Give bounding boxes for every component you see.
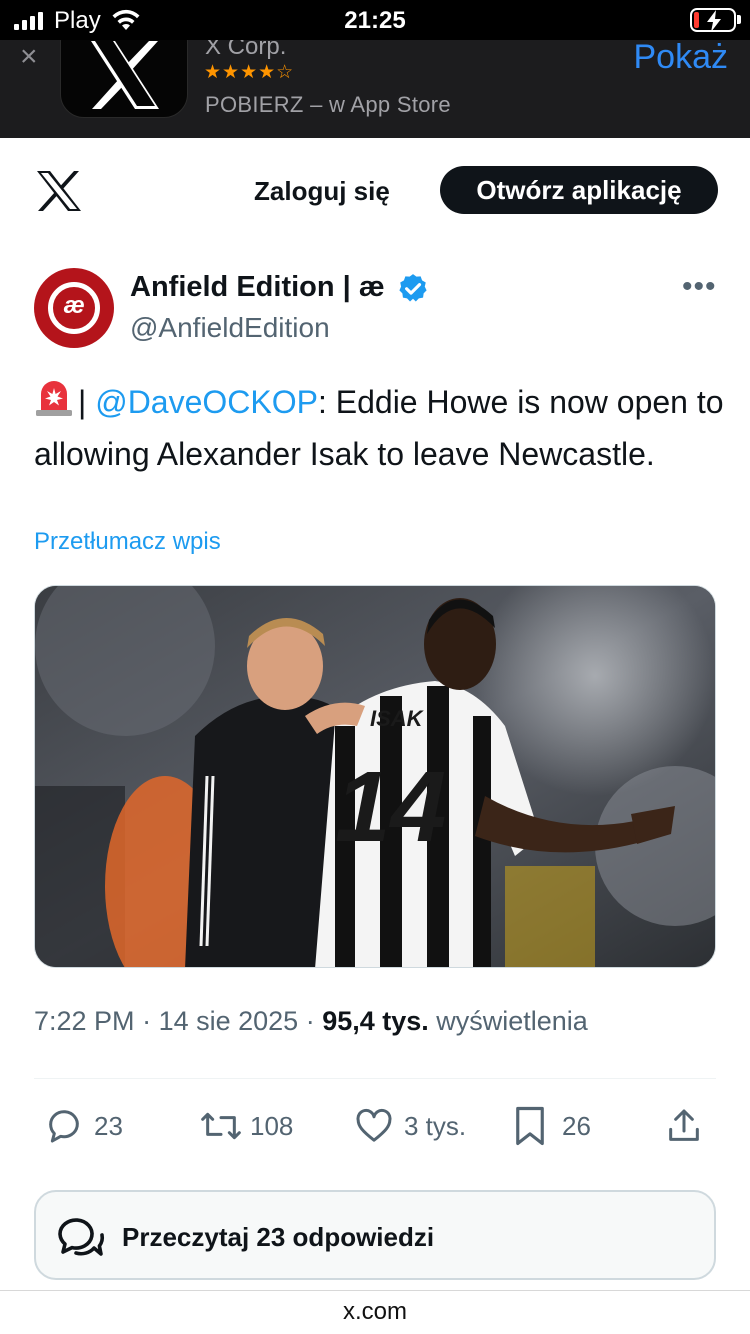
avatar[interactable]: æ: [34, 268, 114, 348]
jersey-name-label: ISAK: [370, 706, 425, 731]
heart-icon: [356, 1108, 392, 1142]
retweet-count: 108: [250, 1110, 294, 1141]
status-bar: Play 21:25: [0, 0, 750, 40]
avatar-logo-text: æ: [63, 292, 85, 319]
clock: 21:25: [344, 7, 406, 34]
x-logo-icon[interactable]: [36, 170, 82, 217]
reply-count: 23: [94, 1110, 123, 1141]
retweet-icon: [201, 1112, 241, 1140]
retweet-button[interactable]: 108: [198, 1104, 293, 1148]
siren-emoji-icon: [34, 379, 74, 430]
verified-badge-icon: [396, 272, 430, 311]
tweet-date[interactable]: 14 sie 2025: [159, 1006, 299, 1036]
share-button[interactable]: [664, 1104, 704, 1148]
divider: [34, 1078, 716, 1079]
translate-link[interactable]: Przetłumacz wpis: [34, 528, 221, 556]
browser-divider: [0, 1290, 750, 1291]
tweet-prefix: |: [78, 384, 96, 420]
bookmark-count: 26: [562, 1110, 591, 1141]
reply-icon: [49, 1110, 79, 1143]
author-name[interactable]: Anfield Edition | æ: [130, 271, 385, 304]
battery-nub: [737, 15, 741, 24]
banner-subtitle: POBIERZ – w App Store: [205, 92, 451, 117]
bookmark-icon: [516, 1106, 544, 1146]
like-count: 3 tys.: [404, 1110, 467, 1141]
more-options-icon[interactable]: •••: [682, 270, 717, 304]
jersey-number-label: 14: [335, 751, 446, 863]
app-store-banner[interactable]: × X Corp. ★★★★☆ POBIERZ – w App Store Po…: [0, 40, 750, 138]
rating-stars: ★★★★☆: [204, 62, 295, 83]
reply-button[interactable]: 23: [44, 1104, 123, 1148]
tweet-time[interactable]: 7:22 PM: [34, 1006, 135, 1036]
author-handle[interactable]: @AnfieldEdition: [130, 312, 330, 344]
views-count: 95,4 tys.: [322, 1006, 429, 1036]
browser-url[interactable]: x.com: [0, 1298, 750, 1326]
banner-show-button[interactable]: Pokaż: [634, 40, 729, 77]
mention-link[interactable]: @DaveOCKOP: [95, 384, 318, 420]
banner-app-name: X Corp.: [205, 40, 287, 60]
open-app-button[interactable]: Otwórz aplikację: [440, 166, 718, 214]
tweet-text: | @DaveOCKOP: Eddie Howe is now open to …: [34, 378, 724, 478]
share-icon: [669, 1109, 699, 1141]
views-label: wyświetlenia: [428, 1006, 588, 1036]
close-icon[interactable]: ×: [20, 42, 38, 72]
app-icon: [60, 40, 188, 118]
bookmark-button[interactable]: 26: [512, 1104, 591, 1148]
read-replies-label: Przeczytaj 23 odpowiedzi: [122, 1222, 435, 1252]
tweet-meta: 7:22 PM · 14 sie 2025 · 95,4 tys. wyświe…: [34, 1006, 588, 1037]
battery-charging-icon: [690, 8, 736, 32]
read-replies-button[interactable]: Przeczytaj 23 odpowiedzi: [34, 1190, 716, 1280]
conversation-icon: [58, 1218, 105, 1256]
login-link[interactable]: Zaloguj się: [254, 176, 390, 207]
tweet-photo[interactable]: ISAK 14: [34, 585, 716, 968]
meta-separator: ·: [298, 1006, 323, 1036]
like-button[interactable]: 3 tys.: [354, 1104, 466, 1148]
meta-separator: ·: [134, 1006, 159, 1036]
